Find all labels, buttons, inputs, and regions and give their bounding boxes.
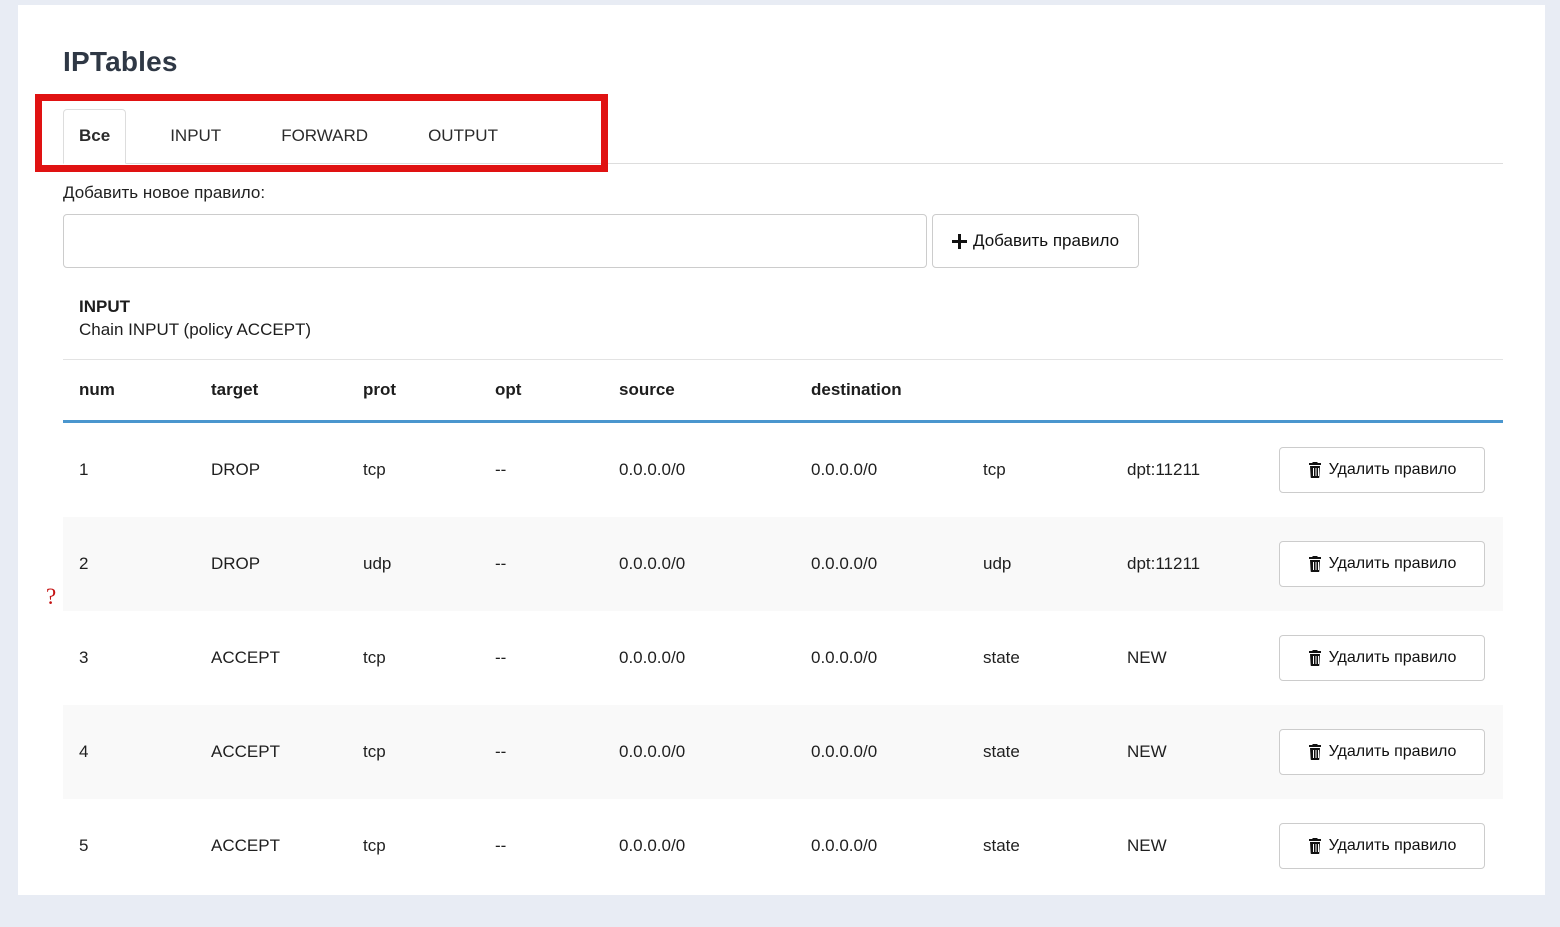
cell-match: state — [967, 799, 1111, 876]
cell-detail: NEW — [1111, 799, 1263, 876]
add-rule-button-label: Добавить правило — [973, 231, 1119, 251]
cell-target: ACCEPT — [195, 799, 347, 876]
column-header-prot: prot — [347, 360, 479, 422]
cell-target: ACCEPT — [195, 705, 347, 799]
table-row: 1 DROP tcp -- 0.0.0.0/0 0.0.0.0/0 tcp dp… — [63, 422, 1503, 518]
cell-prot: tcp — [347, 422, 479, 518]
cell-opt: -- — [479, 611, 603, 705]
trash-icon — [1308, 556, 1322, 572]
column-header-extra2 — [1111, 360, 1263, 422]
delete-rule-button[interactable]: Удалить правило — [1279, 729, 1485, 775]
cell-source: 0.0.0.0/0 — [603, 517, 795, 611]
delete-rule-button[interactable]: Удалить правило — [1279, 541, 1485, 587]
rules-table: num target prot opt source destination 1… — [63, 359, 1503, 876]
cell-opt: -- — [479, 705, 603, 799]
delete-rule-button-label: Удалить правило — [1329, 743, 1457, 761]
cell-action: Удалить правило — [1263, 611, 1503, 705]
cell-action: Удалить правило — [1263, 799, 1503, 876]
cell-num: 3 — [63, 611, 195, 705]
add-rule-button[interactable]: Добавить правило — [932, 214, 1139, 268]
tab-forward[interactable]: FORWARD — [265, 109, 384, 164]
cell-num: 4 — [63, 705, 195, 799]
cell-source: 0.0.0.0/0 — [603, 799, 795, 876]
table-row: 5 ACCEPT tcp -- 0.0.0.0/0 0.0.0.0/0 stat… — [63, 799, 1503, 876]
cell-target: DROP — [195, 422, 347, 518]
trash-icon — [1308, 744, 1322, 760]
cell-detail: NEW — [1111, 705, 1263, 799]
cell-opt: -- — [479, 422, 603, 518]
table-header-row: num target prot opt source destination — [63, 360, 1503, 422]
cell-destination: 0.0.0.0/0 — [795, 611, 967, 705]
column-header-target: target — [195, 360, 347, 422]
cell-num: 1 — [63, 422, 195, 518]
column-header-extra1 — [967, 360, 1111, 422]
annotation-question-mark: ? — [46, 584, 56, 610]
table-row: 2 DROP udp -- 0.0.0.0/0 0.0.0.0/0 udp dp… — [63, 517, 1503, 611]
cell-source: 0.0.0.0/0 — [603, 611, 795, 705]
delete-rule-button-label: Удалить правило — [1329, 837, 1457, 855]
column-header-destination: destination — [795, 360, 967, 422]
cell-action: Удалить правило — [1263, 705, 1503, 799]
cell-destination: 0.0.0.0/0 — [795, 517, 967, 611]
cell-match: state — [967, 611, 1111, 705]
cell-num: 5 — [63, 799, 195, 876]
trash-icon — [1308, 838, 1322, 854]
delete-rule-button[interactable]: Удалить правило — [1279, 635, 1485, 681]
column-header-num: num — [63, 360, 195, 422]
tab-input[interactable]: INPUT — [154, 109, 237, 164]
cell-prot: udp — [347, 517, 479, 611]
cell-target: DROP — [195, 517, 347, 611]
column-header-actions — [1263, 360, 1503, 422]
cell-action: Удалить правило — [1263, 422, 1503, 518]
table-row: 4 ACCEPT tcp -- 0.0.0.0/0 0.0.0.0/0 stat… — [63, 705, 1503, 799]
trash-icon — [1308, 650, 1322, 666]
tab-output[interactable]: OUTPUT — [412, 109, 514, 164]
page-background: { "page": { "title": "IPTables" }, "tabs… — [0, 0, 1560, 927]
cell-destination: 0.0.0.0/0 — [795, 705, 967, 799]
new-rule-input[interactable] — [63, 214, 927, 268]
cell-prot: tcp — [347, 799, 479, 876]
chain-section-title: INPUT — [79, 296, 1503, 318]
page-title: IPTables — [63, 45, 1503, 79]
cell-opt: -- — [479, 799, 603, 876]
trash-icon — [1308, 462, 1322, 478]
delete-rule-button-label: Удалить правило — [1329, 461, 1457, 479]
column-header-opt: opt — [479, 360, 603, 422]
delete-rule-button-label: Удалить правило — [1329, 555, 1457, 573]
add-rule-label: Добавить новое правило: — [63, 182, 1503, 203]
cell-detail: NEW — [1111, 611, 1263, 705]
content-card: IPTables Все INPUT FORWARD OUTPUT Добави… — [18, 5, 1545, 895]
delete-rule-button[interactable]: Удалить правило — [1279, 823, 1485, 869]
chain-section-subtitle: Chain INPUT (policy ACCEPT) — [79, 318, 1503, 341]
delete-rule-button[interactable]: Удалить правило — [1279, 447, 1485, 493]
cell-match: state — [967, 705, 1111, 799]
cell-num: 2 — [63, 517, 195, 611]
cell-source: 0.0.0.0/0 — [603, 705, 795, 799]
rules-table-container: num target prot opt source destination 1… — [63, 359, 1503, 876]
delete-rule-button-label: Удалить правило — [1329, 649, 1457, 667]
cell-match: udp — [967, 517, 1111, 611]
cell-source: 0.0.0.0/0 — [603, 422, 795, 518]
tab-all[interactable]: Все — [63, 109, 126, 164]
chain-tabs: Все INPUT FORWARD OUTPUT — [63, 110, 1503, 164]
table-row: 3 ACCEPT tcp -- 0.0.0.0/0 0.0.0.0/0 stat… — [63, 611, 1503, 705]
cell-opt: -- — [479, 517, 603, 611]
cell-detail: dpt:11211 — [1111, 422, 1263, 518]
add-rule-row: Добавить правило — [63, 214, 1503, 268]
table-body: 1 DROP tcp -- 0.0.0.0/0 0.0.0.0/0 tcp dp… — [63, 422, 1503, 877]
cell-target: ACCEPT — [195, 611, 347, 705]
cell-destination: 0.0.0.0/0 — [795, 799, 967, 876]
cell-prot: tcp — [347, 611, 479, 705]
cell-action: Удалить правило — [1263, 517, 1503, 611]
plus-icon — [952, 234, 967, 249]
cell-destination: 0.0.0.0/0 — [795, 422, 967, 518]
cell-prot: tcp — [347, 705, 479, 799]
cell-detail: dpt:11211 — [1111, 517, 1263, 611]
cell-match: tcp — [967, 422, 1111, 518]
column-header-source: source — [603, 360, 795, 422]
